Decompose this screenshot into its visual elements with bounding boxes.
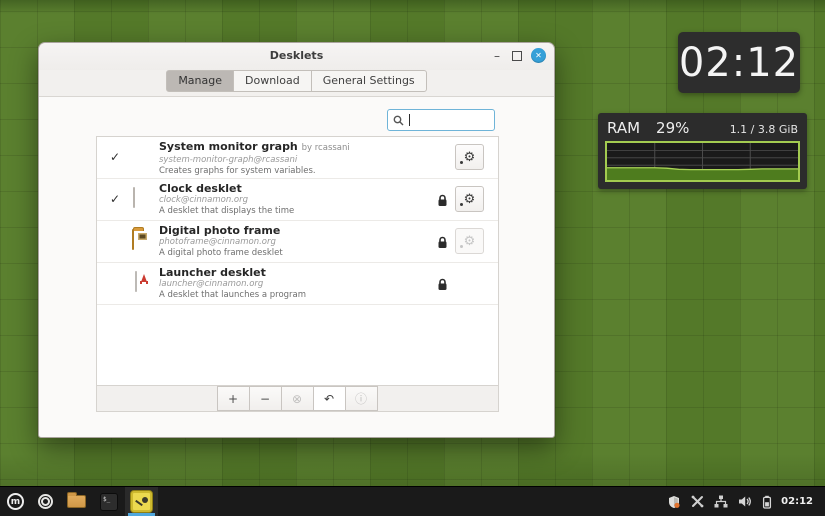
list-toolbar: + − ⊗ ↶ ⓘ [96,386,499,412]
mint-logo-icon: m [7,493,24,510]
network-icon [714,495,728,508]
desklet-title: Launcher desklet [159,266,306,279]
gear-icon: ⚙ [464,193,476,206]
minimize-button[interactable]: – [491,49,503,63]
ram-usage: 1.1 / 3.8 GiB [730,123,798,136]
update-manager-tray[interactable] [662,487,686,516]
taskbar: m $_ [0,486,825,516]
list-item-launcher-desklet[interactable]: Launcher desklet launcher@cinnamon.org A… [97,263,498,305]
uninstall-button[interactable]: ⊗ [281,386,314,411]
launcher-icon [132,272,154,294]
desklet-title: Digital photo frame [159,224,283,237]
ram-graph [605,141,800,182]
system-monitor-icon [132,146,154,168]
enabled-check-icon: ✓ [110,150,120,164]
titlebar[interactable]: Desklets – ✕ [39,43,554,70]
search-input[interactable] [387,109,495,131]
clock-desklet-time: 02:12 [679,40,799,86]
enabled-check-icon: ✓ [110,192,120,206]
ram-label: RAM [607,119,640,137]
power-tray[interactable] [757,487,777,516]
list-item-digital-photo-frame[interactable]: Digital photo frame photoframe@cinnamon.… [97,221,498,263]
gear-icon: ⚙ [464,151,476,164]
search-icon [393,115,404,126]
close-button[interactable]: ✕ [531,48,546,63]
lock-icon [437,234,448,253]
ram-percent: 29% [656,119,689,137]
gear-icon: ⚙ [464,235,476,248]
taskbar-clock[interactable]: 02:12 [777,496,819,507]
launcher-files[interactable] [60,487,93,516]
desktop: 02:12 RAM 29% 1.1 / 3.8 GiB Desklets [0,0,825,516]
folder-icon [67,495,86,508]
desklet-byline: by rcassani [302,143,350,153]
tab-manage[interactable]: Manage [166,70,234,92]
x-tool-icon [691,495,704,508]
configure-button[interactable]: ⚙ [455,144,484,170]
desklet-uuid: clock@cinnamon.org [159,195,294,205]
configure-button[interactable]: ⚙ [455,228,484,254]
list-item-system-monitor-graph[interactable]: ✓ System monitor graph by rcassani syste… [97,137,498,179]
window-title: Desklets [39,49,554,62]
ram-desklet-header: RAM 29% 1.1 / 3.8 GiB [598,113,807,140]
desklet-description: A desklet that launches a program [159,290,306,301]
desklet-title: System monitor graph [159,140,298,153]
desklet-description: A digital photo frame desklet [159,248,283,259]
configure-button[interactable]: ⚙ [455,186,484,212]
update-shield-icon [667,495,681,509]
xapp-status-tray[interactable] [686,487,709,516]
lock-icon [437,276,448,295]
ram-graph-svg [607,143,798,180]
maximize-button[interactable] [512,51,522,61]
tab-general-settings[interactable]: General Settings [311,70,427,92]
ram-monitor-desklet[interactable]: RAM 29% 1.1 / 3.8 GiB [598,113,807,189]
window-controls: – ✕ [491,48,546,63]
taskbar-active-window-desklets[interactable] [125,487,158,516]
desklet-description: Creates graphs for system variables. [159,166,350,177]
list-item-clock-desklet[interactable]: ✓ Clock desklet clock@cinnamon.org A des… [97,179,498,221]
lock-icon [437,192,448,211]
browser-icon [38,494,53,509]
desklet-uuid: photoframe@cinnamon.org [159,237,283,247]
volume-icon [738,495,752,508]
clock-desklet[interactable]: 02:12 [678,32,800,93]
desklets-window: Desklets – ✕ Manage Download General Set… [38,42,555,438]
desklet-list: ✓ System monitor graph by rcassani syste… [96,136,499,386]
remove-button[interactable]: − [249,386,282,411]
add-button[interactable]: + [217,386,250,411]
restore-button[interactable]: ↶ [313,386,346,411]
menu-button[interactable]: m [0,487,31,516]
clock-desklet-icon [132,188,154,210]
desklet-uuid: launcher@cinnamon.org [159,279,306,289]
desklets-app-icon [130,490,153,513]
desklet-title: Clock desklet [159,182,294,195]
desklet-uuid: system-monitor-graph@rcassani [159,155,350,165]
photo-frame-icon [132,230,154,252]
tab-bar: Manage Download General Settings [39,70,554,96]
window-body: ✓ System monitor graph by rcassani syste… [39,96,554,437]
battery-icon [762,495,772,509]
desklet-description: A desklet that displays the time [159,206,294,217]
launcher-web-browser[interactable] [31,487,60,516]
network-tray[interactable] [709,487,733,516]
volume-tray[interactable] [733,487,757,516]
launcher-terminal[interactable]: $_ [93,487,125,516]
tab-download[interactable]: Download [233,70,312,92]
terminal-icon: $_ [100,493,118,511]
text-caret [409,114,410,126]
info-button[interactable]: ⓘ [345,386,378,411]
